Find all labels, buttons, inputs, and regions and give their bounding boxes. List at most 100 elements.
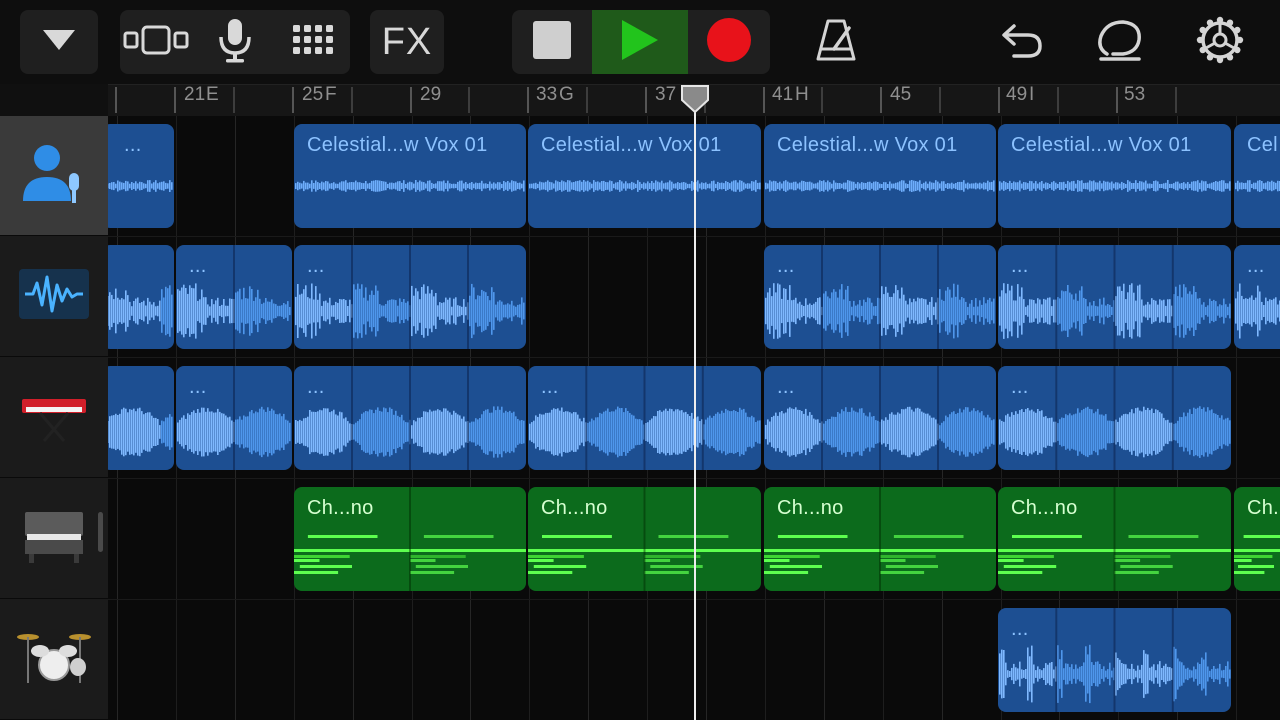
ruler-tick [821, 87, 823, 113]
audio-region[interactable]: ... [998, 245, 1231, 349]
undo-icon [1000, 20, 1044, 65]
browser-grid-button[interactable] [278, 10, 350, 74]
region-label: Celestial...w Vox 01 [307, 134, 488, 156]
audio-region[interactable]: Celestial...w Vox 01 [294, 124, 526, 228]
record-button[interactable] [688, 10, 770, 74]
waveform [999, 608, 1231, 712]
region-label: Ch...no [307, 497, 374, 519]
undo-button[interactable] [992, 10, 1052, 74]
region-label: ... [777, 255, 795, 277]
audio-region[interactable]: Celestial...w Vox 01 [764, 124, 996, 228]
vocal-mic-icon [21, 141, 87, 210]
ruler-tick [351, 87, 353, 113]
audio-region[interactable]: Celestial...w Vox 01 [998, 124, 1231, 228]
audio-region[interactable]: ... [176, 245, 292, 349]
waveform [108, 285, 173, 337]
midi-region[interactable]: Ch...no [998, 487, 1231, 591]
grid-icon [290, 23, 338, 62]
audio-region[interactable]: ... [764, 245, 996, 349]
loop-browser-icon [1095, 18, 1145, 67]
audio-region[interactable]: ... [998, 366, 1231, 470]
midi-region[interactable]: Ch...no [294, 487, 526, 591]
region-label: ... [189, 376, 207, 398]
audio-region[interactable]: ... [1234, 245, 1280, 349]
bar-number: 41 [772, 84, 794, 105]
bar-number: 21 [184, 84, 206, 105]
ruler-tick [233, 87, 235, 113]
bar-number: 49 [1006, 84, 1028, 105]
ruler-tick [1116, 87, 1118, 113]
audio-region[interactable]: ... [528, 366, 761, 470]
audio-region[interactable]: ... [176, 366, 292, 470]
region-label: ... [1011, 376, 1029, 398]
audio-waveform-icon [19, 269, 89, 324]
audio-region[interactable]: Celestial...w Vox 01 [528, 124, 761, 228]
ruler-tick [174, 87, 176, 113]
track-header-piano[interactable] [0, 479, 108, 599]
ruler-tick [1175, 87, 1177, 113]
ruler-tick [527, 87, 529, 113]
region-label: Celestial...w Vox 01 [1011, 134, 1192, 156]
region-label: Cel [1247, 134, 1278, 156]
waveform [999, 245, 1231, 349]
section-marker: E [206, 84, 219, 105]
audio-region[interactable]: ... [764, 366, 996, 470]
metronome-button[interactable] [806, 10, 866, 74]
region-label: Ch...no [777, 497, 844, 519]
audio-region[interactable]: ... [998, 608, 1231, 712]
electric-piano-icon [21, 508, 87, 569]
ruler-tick [586, 87, 588, 113]
region-label: ... [1011, 618, 1029, 640]
ruler-corner [0, 84, 108, 116]
bar-number: 33 [536, 84, 558, 105]
metronome-icon [815, 18, 857, 67]
waveform [765, 366, 995, 470]
ruler-tick [939, 87, 941, 113]
region-label: ... [124, 134, 142, 156]
region-label: Ch...no [541, 497, 608, 519]
track-header-vocal[interactable] [0, 116, 108, 236]
stop-button[interactable] [512, 10, 592, 74]
bar-number: 29 [420, 84, 442, 105]
loop-browser-button[interactable] [1090, 10, 1150, 74]
ruler-tick [998, 87, 1000, 113]
waveform [295, 245, 525, 349]
keyboard-synth-icon [18, 385, 90, 450]
audio-region[interactable]: ... [294, 245, 526, 349]
settings-button[interactable] [1190, 10, 1250, 74]
region-label: ... [307, 255, 325, 277]
region-label: Ch...no [1011, 497, 1078, 519]
midi-region[interactable]: Ch... [1234, 487, 1280, 591]
audio-region[interactable]: ... [294, 366, 526, 470]
midi-region[interactable]: Ch...no [528, 487, 761, 591]
bar-number: 53 [1124, 84, 1146, 105]
track-header-scroll-handle[interactable] [98, 512, 103, 552]
fx-button[interactable]: FX [370, 10, 444, 74]
my-songs-button[interactable] [20, 10, 98, 74]
track-header-keyboard[interactable] [0, 358, 108, 478]
track-headers [0, 116, 108, 720]
section-marker: H [795, 84, 809, 105]
audio-region[interactable]: Cel [1234, 124, 1280, 228]
bar-number: 37 [655, 84, 677, 105]
waveform [999, 366, 1231, 470]
audio-region[interactable]: ... [108, 124, 174, 228]
section-marker: I [1029, 84, 1035, 105]
garageband-tracks-view: FX 21 E 25 F 29 33 G 37 41 H 45 49 I 53 … [0, 0, 1280, 720]
waveform [108, 407, 173, 457]
ruler-tick [1057, 87, 1059, 113]
audio-region[interactable] [108, 366, 174, 470]
track-header-audio-recorder[interactable] [0, 237, 108, 357]
track-view-icon [122, 23, 190, 62]
stop-icon [533, 20, 571, 64]
microphone-button[interactable] [200, 10, 270, 74]
audio-region[interactable] [108, 245, 174, 349]
playhead-handle[interactable] [680, 84, 710, 114]
track-header-drums[interactable] [0, 600, 108, 720]
bar-number: 45 [890, 84, 912, 105]
track-view-button[interactable] [120, 10, 192, 74]
record-icon [706, 17, 752, 68]
ruler-tick [410, 87, 412, 113]
play-button[interactable] [592, 10, 688, 74]
midi-region[interactable]: Ch...no [764, 487, 996, 591]
